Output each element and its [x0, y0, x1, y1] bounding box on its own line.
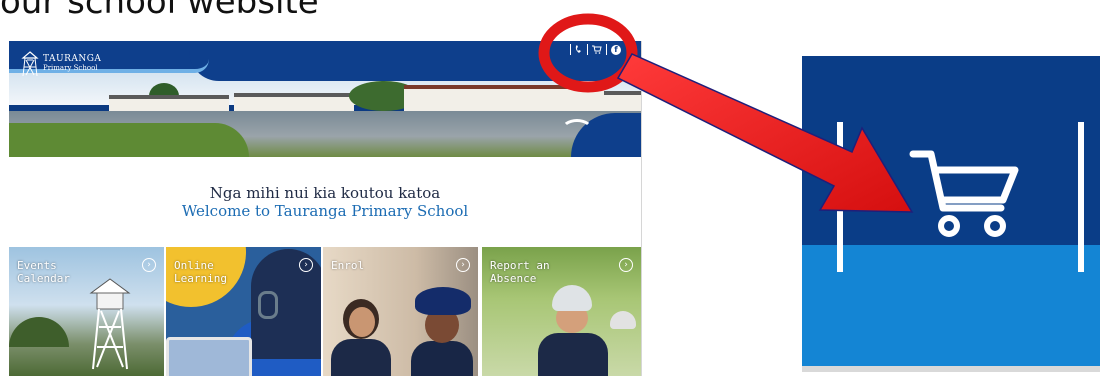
arrow-right-circle-icon: › [619, 258, 633, 272]
arrow-right-circle-icon: › [142, 258, 156, 272]
logo-school-subtitle: Primary School [43, 64, 98, 72]
phone-icon[interactable] [575, 45, 583, 54]
cart-icon[interactable] [592, 45, 602, 54]
tile-label: Enrol [331, 259, 365, 272]
cart-icon-zoom-panel [802, 56, 1100, 372]
slide-title: our school website [0, 0, 319, 22]
arrow-right-circle-icon: › [299, 258, 313, 272]
separator [837, 122, 843, 272]
tile-label: Events Calendar [17, 259, 70, 285]
tile-events-calendar[interactable]: Events Calendar › [9, 247, 164, 376]
tablet-device [166, 337, 252, 376]
bell-tower-photo [89, 278, 131, 370]
logo-school-name: TAURANGA [43, 54, 102, 64]
tile-online-learning[interactable]: Online Learning › [166, 247, 321, 376]
separator [1078, 122, 1084, 272]
site-header-banner: TAURANGA Primary School f [9, 41, 641, 157]
tile-label: Online Learning [174, 259, 227, 285]
tile-label: Report an Absence [490, 259, 550, 285]
shopping-cart-icon[interactable] [909, 148, 1021, 240]
welcome-line-maori: Nga mihi nui kia koutou katoa [209, 184, 441, 202]
tile-enrol[interactable]: Enrol › [323, 247, 478, 376]
school-website-screenshot: TAURANGA Primary School f Nga mihi nui k… [9, 41, 642, 376]
separator [570, 44, 571, 55]
school-buildings-photo [9, 81, 641, 115]
welcome-message: Nga mihi nui kia koutou katoa Welcome to… [9, 184, 641, 220]
header-icon-bar: f [570, 44, 621, 55]
separator [606, 44, 607, 55]
lookout-tower-logo-icon [21, 51, 39, 77]
headphones [258, 291, 278, 319]
separator [587, 44, 588, 55]
tile-report-absence[interactable]: Report an Absence › [482, 247, 641, 376]
arrow-right-circle-icon: › [456, 258, 470, 272]
school-logo[interactable]: TAURANGA Primary School [21, 51, 101, 77]
welcome-line-english: Welcome to Tauranga Primary School [181, 202, 469, 220]
facebook-icon[interactable]: f [611, 44, 621, 55]
quick-link-tiles: Events Calendar › Online Learning › Enro… [9, 247, 641, 376]
